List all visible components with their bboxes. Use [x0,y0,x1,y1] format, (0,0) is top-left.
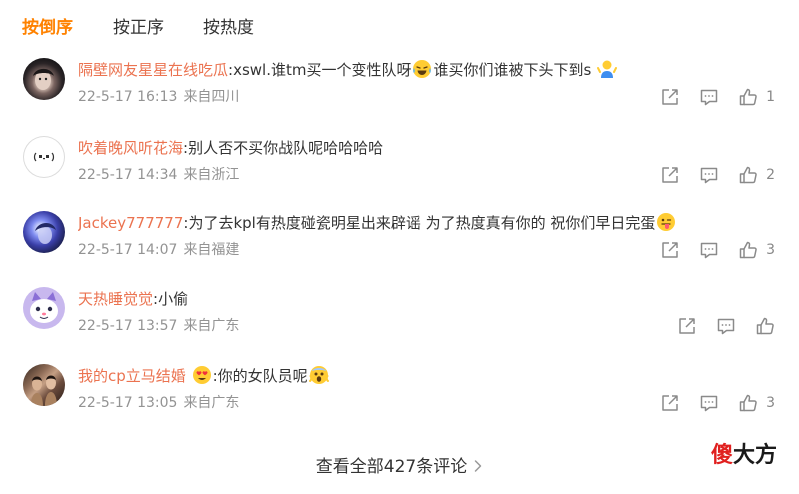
share-icon[interactable] [660,87,680,107]
comment-icon[interactable] [699,87,719,107]
comment-actions [677,315,775,337]
username-link[interactable]: 天热睡觉觉 [78,290,153,308]
comment-actions: 1 [660,86,775,108]
comment-location: 来自福建 [183,242,240,258]
comment-item: 我的cp立马结婚 :你的女队员呢 22-5-17 13:05 来自广东 3 [0,364,799,417]
comment-time: 22-5-17 16:13 [78,89,178,105]
comment-item: 隔壁网友星星在线吃瓜:xswl.谁tm买一个变性队呀 谁买你们谁被下头下到s 22… [0,58,799,111]
tab-sort-forward[interactable]: 按正序 [113,16,164,40]
comment-meta: 22-5-17 14:34 来自浙江 [78,165,239,185]
avatar[interactable] [23,211,65,253]
comment-actions: 3 [660,392,775,414]
heart-face-emoji [192,365,212,385]
comment-icon[interactable] [699,393,719,413]
watermark-dark-text: 大方 [733,443,778,468]
username-link[interactable]: 我的cp立马结婚 [78,367,186,385]
comment-time: 22-5-17 14:07 [78,242,178,258]
comment-time: 22-5-17 13:05 [78,395,178,411]
view-all-comments-link[interactable]: 查看全部427条评论 [316,457,483,477]
shrug-emoji [597,59,618,79]
share-icon[interactable] [677,316,697,336]
watermark-red-text: 傻 [711,443,734,468]
comment-icon[interactable] [699,165,719,185]
username-link[interactable]: 隔壁网友星星在线吃瓜 [78,61,228,79]
comment-text: :别人否不买你战队呢哈哈哈哈 [183,139,384,157]
like-count: 3 [766,395,775,411]
comment-text-line: 天热睡觉觉:小偷 [78,288,188,310]
tab-sort-hot[interactable]: 按热度 [203,16,254,40]
thumbs-up-icon[interactable] [738,393,758,413]
comment-location: 来自浙江 [183,167,240,183]
comment-text: :xswl.谁tm买一个变性队呀 [228,61,412,79]
share-icon[interactable] [660,240,680,260]
comment-item: 天热睡觉觉:小偷 22-5-17 13:57 来自广东 [0,287,799,340]
comment-icon[interactable] [716,316,736,336]
thumbs-up-icon[interactable] [755,316,775,336]
comment-location: 来自广东 [183,395,240,411]
scared-face-emoji [308,365,329,385]
comment-meta: 22-5-17 14:07 来自福建 [78,240,239,260]
comment-meta: 22-5-17 13:57 来自广东 [78,316,239,336]
tab-sort-reverse[interactable]: 按倒序 [22,16,73,40]
view-all-comments-row: 查看全部427条评论 [0,455,799,479]
avatar[interactable] [23,364,65,406]
share-icon[interactable] [660,393,680,413]
tongue-wink-emoji [656,212,676,232]
laughing-tears-emoji [412,59,432,79]
comment-location: 来自广东 [183,318,240,334]
watermark-logo: 傻大方 [711,442,777,470]
like-count: 2 [766,167,775,183]
comment-text-line: Jackey777777:为了去kpl有热度碰瓷明星出来辟谣 为了热度真有你的 … [78,212,677,234]
thumbs-up-icon[interactable] [738,240,758,260]
comment-meta: 22-5-17 16:13 来自四川 [78,87,239,107]
comment-actions: 3 [660,239,775,261]
comment-icon[interactable] [699,240,719,260]
comment-text: :为了去kpl有热度碰瓷明星出来辟谣 为了热度真有你的 祝你们早日完蛋 [183,214,656,232]
view-all-comments-label: 查看全部427条评论 [315,457,468,477]
thumbs-up-icon[interactable] [738,87,758,107]
comment-location: 来自四川 [183,89,240,105]
avatar[interactable] [23,287,65,329]
thumbs-up-icon[interactable] [738,165,758,185]
like-count: 1 [766,89,775,105]
comment-item: Jackey777777:为了去kpl有热度碰瓷明星出来辟谣 为了热度真有你的 … [0,211,799,264]
username-link[interactable]: Jackey777777 [78,214,183,232]
comment-item: 吹着晚风听花海:别人否不买你战队呢哈哈哈哈 22-5-17 14:34 来自浙江 … [0,136,799,189]
comment-time: 22-5-17 13:57 [78,318,178,334]
chevron-right-icon [473,459,483,473]
comment-actions: 2 [660,164,775,186]
like-count: 3 [766,242,775,258]
username-link[interactable]: 吹着晚风听花海 [78,139,183,157]
comment-text: :小偷 [153,290,189,308]
comment-time: 22-5-17 14:34 [78,167,178,183]
comment-text-line: 吹着晚风听花海:别人否不买你战队呢哈哈哈哈 [78,137,383,159]
avatar[interactable] [23,136,65,178]
comment-text: :你的女队员呢 [212,367,308,385]
comment-meta: 22-5-17 13:05 来自广东 [78,393,239,413]
comment-text-line: 隔壁网友星星在线吃瓜:xswl.谁tm买一个变性队呀 谁买你们谁被下头下到s [78,59,618,81]
comment-text-line: 我的cp立马结婚 :你的女队员呢 [78,365,330,387]
avatar[interactable] [23,58,65,100]
share-icon[interactable] [660,165,680,185]
comment-text: 谁买你们谁被下头下到s [433,61,592,79]
